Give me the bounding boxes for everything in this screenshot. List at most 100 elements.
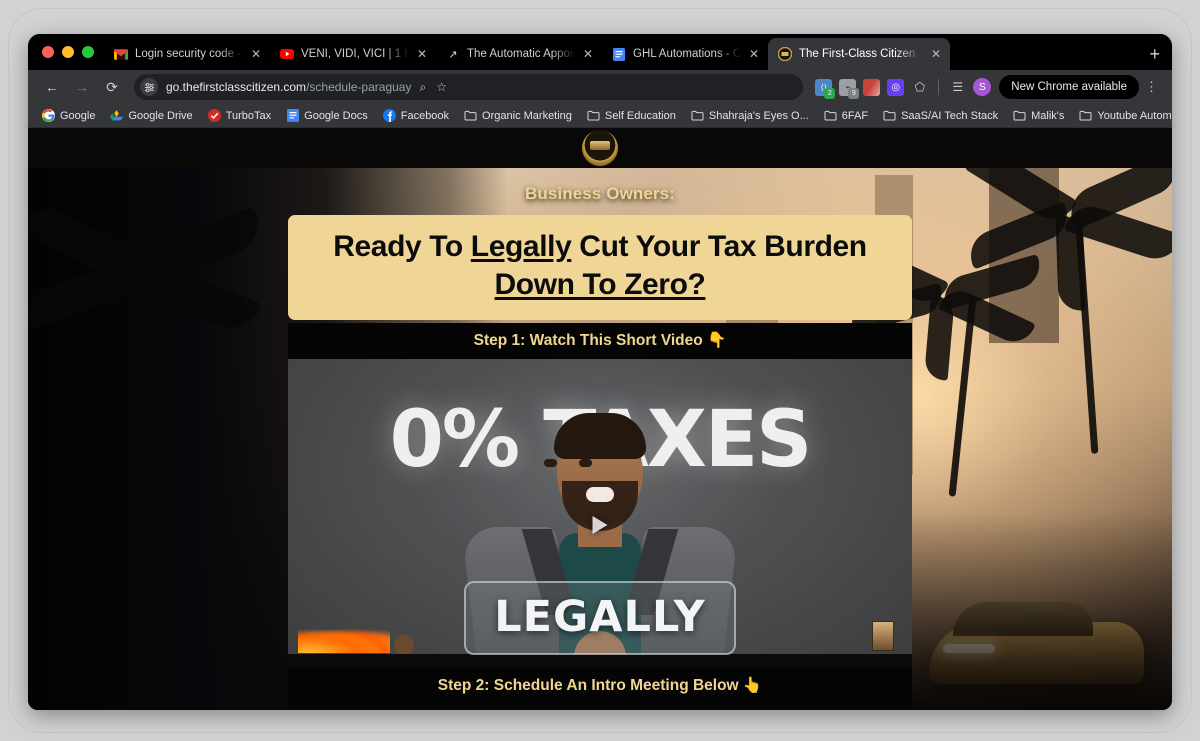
close-tab-button[interactable]: ✕ (748, 47, 760, 61)
folder-icon (883, 109, 896, 122)
grammar-extension-icon[interactable] (863, 78, 881, 96)
decor-vase (394, 634, 414, 655)
video-caption: LEGALLY (464, 580, 736, 655)
bookmark-maliks[interactable]: Malik's (1007, 107, 1070, 124)
page-headline: Ready To Legally Cut Your Tax Burden Dow… (288, 215, 912, 320)
site-logo-icon (778, 47, 792, 61)
headline-part-2: Cut Your Tax Burden (571, 230, 867, 263)
tab-veni-vidi-vici[interactable]: VENI, VIDI, VICI | 1 Hour of Ro ✕ (270, 38, 436, 70)
bookmark-label: Organic Marketing (482, 109, 572, 122)
loom-extension-icon[interactable]: ◎ (887, 78, 905, 96)
folder-icon (824, 109, 837, 122)
fireplace (298, 626, 390, 653)
eyebrow-text: Business Owners: (525, 184, 675, 203)
folder-icon (1013, 109, 1026, 122)
bookmarks-bar: Google Google Drive TurboTax Google Docs (28, 104, 1172, 128)
folder-icon (1079, 109, 1092, 122)
bookmark-turbotax[interactable]: TurboTax (202, 107, 277, 124)
site-header (28, 128, 1172, 168)
facebook-icon (382, 109, 396, 122)
minimize-window-button[interactable] (62, 46, 74, 58)
close-tab-button[interactable]: ✕ (250, 47, 262, 61)
bookmark-google-docs[interactable]: Google Docs (280, 107, 374, 124)
reading-list-icon[interactable]: ☰ (949, 79, 966, 96)
video-player[interactable]: 0% TAXES LEGALLY (288, 358, 912, 667)
tab-the-first-class-citizen[interactable]: The First-Class Citizen ✕ (768, 38, 950, 70)
google-icon (42, 109, 55, 122)
url-host: go.thefirstclasscitizen.com (166, 80, 307, 94)
tag-manager-extension-icon[interactable]: ⟨⟩ 2 (815, 78, 836, 99)
tab-automatic-appointment[interactable]: ↗ The Automatic Appointment F ✕ (436, 38, 602, 70)
bookmark-youtube-automation[interactable]: Youtube Automati... (1073, 107, 1172, 124)
google-docs-icon (286, 109, 299, 122)
new-chrome-available-button[interactable]: New Chrome available (999, 75, 1139, 99)
bookmark-label: 6FAF (841, 109, 869, 122)
site-logo-icon[interactable] (582, 130, 618, 166)
tab-title: The Automatic Appointment F (467, 48, 575, 60)
eye-right (579, 458, 592, 467)
close-window-button[interactable] (42, 46, 54, 58)
bookmark-label: Google Docs (304, 109, 368, 122)
folder-icon (587, 109, 600, 122)
extension-badge: 2 (824, 87, 836, 99)
tab-strip: Login security code - marketi ✕ VENI, VI… (28, 34, 1172, 70)
bookmark-label: SaaS/AI Tech Stack (901, 109, 999, 122)
bookmark-label: Google (60, 109, 96, 122)
browser-window: Login security code - marketi ✕ VENI, VI… (28, 34, 1172, 710)
folder-icon (691, 109, 704, 122)
back-button[interactable]: ← (38, 73, 66, 101)
vertical-scrollbar[interactable] (1165, 128, 1172, 710)
tab-title: Login security code - marketi (135, 48, 243, 60)
tab-ghl-automations[interactable]: GHL Automations - Google D ✕ (602, 38, 768, 70)
close-tab-button[interactable]: ✕ (930, 47, 942, 61)
tab-login-security-code[interactable]: Login security code - marketi ✕ (104, 38, 270, 70)
headline-part-1: Ready To (333, 230, 471, 263)
link-icon: ↗ (448, 48, 458, 61)
folder-icon (464, 109, 477, 122)
profile-avatar[interactable]: S (973, 78, 992, 96)
browser-toolbar: ← → ⟳ go.thefirstclasscitizen.com/schedu… (28, 70, 1172, 104)
bookmark-saas-ai-tech-stack[interactable]: SaaS/AI Tech Stack (877, 107, 1004, 124)
omnibox-actions: ⌕ ☆ (419, 80, 451, 95)
close-tab-button[interactable]: ✕ (582, 47, 594, 61)
search-icon[interactable]: ⌕ (419, 80, 426, 95)
new-tab-button[interactable]: + (1137, 45, 1172, 70)
headline-question: Down To Zero? (494, 268, 706, 302)
bookmark-self-education[interactable]: Self Education (581, 107, 682, 124)
forward-button[interactable]: → (68, 73, 96, 101)
step-2-banner: Step 2: Schedule An Intro Meeting Below … (288, 666, 912, 710)
youtube-icon (280, 47, 294, 61)
bookmark-label: TurboTax (225, 109, 272, 122)
hair (554, 412, 646, 459)
site-content: Business Owners: Ready To Legally Cut Yo… (28, 128, 1172, 710)
bookmark-organic-marketing[interactable]: Organic Marketing (458, 107, 578, 124)
tab-title: VENI, VIDI, VICI | 1 Hour of Ro (301, 48, 409, 60)
bookmark-google-drive[interactable]: Google Drive (104, 107, 198, 124)
address-bar[interactable]: go.thefirstclasscitizen.com/schedule-par… (134, 74, 804, 100)
bookmark-google[interactable]: Google (36, 107, 101, 124)
star-icon[interactable]: ☆ (436, 80, 447, 94)
chrome-menu-button[interactable]: ⋮ (1141, 79, 1162, 95)
puzzle-extensions-icon[interactable]: ⬠ (911, 79, 928, 96)
bookmark-6faf[interactable]: 6FAF (818, 107, 874, 124)
tab-title: The First-Class Citizen (799, 48, 916, 60)
step-1-banner: Step 1: Watch This Short Video 👇 (288, 322, 912, 359)
google-drive-icon (110, 109, 124, 122)
turbotax-icon (207, 109, 221, 122)
bookmark-shahrajas-eyes[interactable]: Shahraja's Eyes O... (685, 107, 815, 124)
reload-button[interactable]: ⟳ (98, 73, 126, 101)
tune-icon[interactable] (140, 78, 158, 96)
bookmark-label: Malik's (1031, 109, 1065, 122)
bookmark-facebook[interactable]: Facebook (377, 107, 455, 124)
gmail-icon (114, 47, 128, 61)
desktop-background: Login security code - marketi ✕ VENI, VI… (0, 0, 1200, 741)
automation-extension-icon[interactable]: ⌁ 9 (839, 78, 860, 99)
play-button-icon[interactable] (592, 516, 608, 535)
tabs-container: Login security code - marketi ✕ VENI, VI… (104, 34, 1137, 70)
bookmark-label: Shahraja's Eyes O... (708, 109, 809, 122)
page-viewport: Business Owners: Ready To Legally Cut Yo… (28, 128, 1172, 710)
bookmark-label: Facebook (400, 109, 450, 122)
maximize-window-button[interactable] (82, 46, 94, 58)
google-docs-icon (612, 47, 626, 61)
close-tab-button[interactable]: ✕ (416, 47, 428, 61)
